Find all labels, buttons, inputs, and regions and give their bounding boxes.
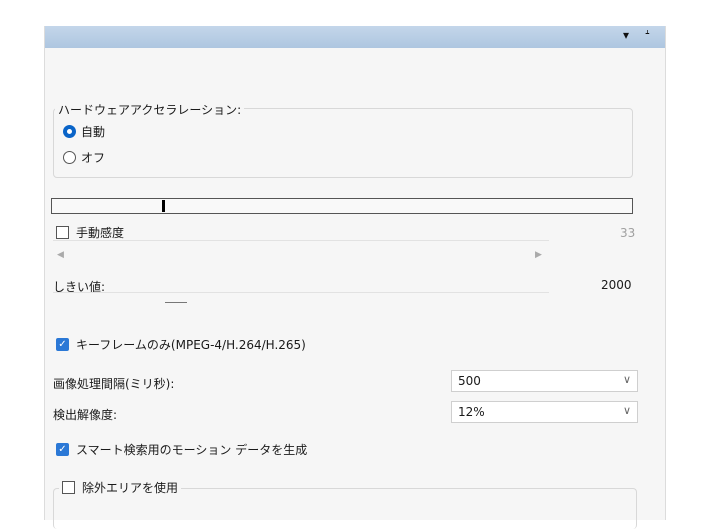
keyframe-only-box[interactable]: ✓ [56,338,69,351]
motion-detection-panel: ▾ ᗮ ハードウェアアクセラレーション: 自動 オフ 手動感度 33 ◀ ▶ し… [44,26,666,529]
smart-search-box[interactable]: ✓ [56,443,69,456]
manual-sensitivity-label: 手動感度 [76,226,125,240]
panel-titlebar: ▾ ᗮ [45,26,665,48]
resolution-select[interactable]: 12% ∨ [451,401,638,423]
slider-left-arrow-icon[interactable]: ◀ [57,250,64,260]
hw-accel-legend: ハードウェアアクセラレーション: [55,101,245,118]
sensitivity-value: 33 [620,226,636,240]
resolution-select-value: 12% [458,405,485,419]
radio-auto-indicator[interactable] [63,125,76,138]
threshold-value: 2000 [601,278,632,292]
exclude-area-label: 除外エリアを使用 [82,481,179,495]
resolution-label: 検出解像度: [53,408,118,422]
smart-search-checkbox[interactable]: ✓ スマート検索用のモーション データを生成 [56,441,307,458]
exclude-area-box[interactable] [62,481,75,494]
radio-auto-label: 自動 [81,125,106,139]
dropdown-arrow-icon[interactable]: ▾ [623,28,629,42]
radio-auto[interactable]: 自動 [63,123,105,140]
smart-search-label: スマート検索用のモーション データを生成 [76,443,308,457]
threshold-slider-thumb[interactable] [165,302,187,303]
hw-accel-group [53,108,633,178]
interval-label: 画像処理間隔(ミリ秒): [53,377,175,391]
sensitivity-slider-track[interactable] [53,240,549,241]
motion-level-meter [51,198,633,214]
interval-select-value: 500 [458,374,481,388]
radio-off[interactable]: オフ [63,149,105,166]
chevron-down-icon: ∨ [622,404,631,417]
interval-select[interactable]: 500 ∨ [451,370,638,392]
pin-icon[interactable]: ᗮ [645,28,650,43]
radio-off-indicator[interactable] [63,151,76,164]
keyframe-only-label: キーフレームのみ(MPEG-4/H.264/H.265) [76,338,306,352]
exclude-area-checkbox[interactable]: 除外エリアを使用 [59,479,182,496]
chevron-down-icon: ∨ [622,373,631,386]
slider-right-arrow-icon[interactable]: ▶ [535,250,542,260]
manual-sensitivity-checkbox[interactable]: 手動感度 [56,224,124,241]
keyframe-only-checkbox[interactable]: ✓ キーフレームのみ(MPEG-4/H.264/H.265) [56,336,306,353]
motion-level-marker [162,200,165,212]
threshold-slider-track[interactable] [53,292,549,293]
manual-sensitivity-box[interactable] [56,226,69,239]
radio-off-label: オフ [81,151,106,165]
